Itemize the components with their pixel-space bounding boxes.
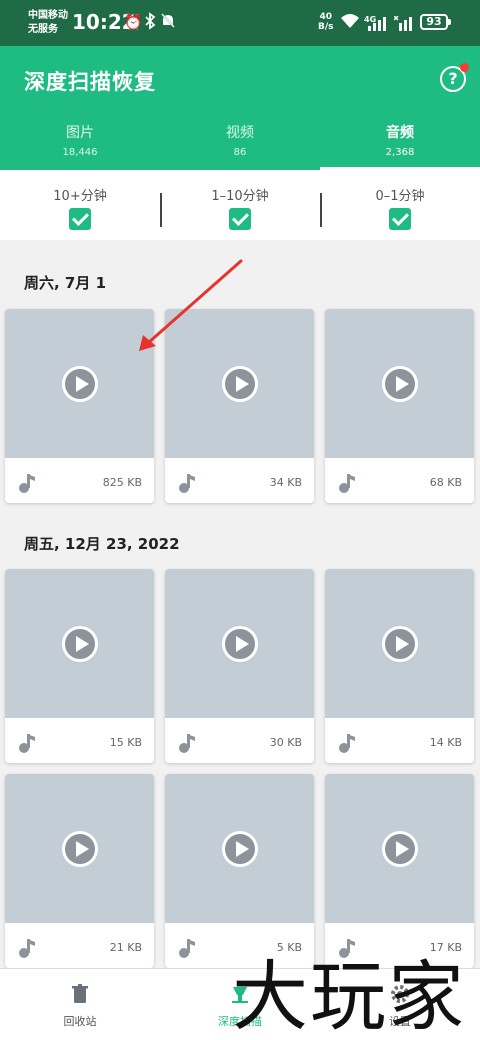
play-icon[interactable]: [382, 831, 418, 867]
filter-checkbox[interactable]: [229, 208, 251, 230]
file-size: 825 KB: [102, 476, 142, 489]
audio-thumbnail: [165, 774, 314, 923]
audio-card[interactable]: 14 KB: [325, 569, 474, 763]
media-type-tabs: 图片 18,446 视频 86 音频 2,368: [0, 116, 480, 170]
filter-checkbox[interactable]: [69, 208, 91, 230]
music-note-icon: [179, 734, 195, 753]
wifi-icon: [340, 13, 360, 34]
file-size: 30 KB: [269, 736, 302, 749]
tab-audio[interactable]: 音频 2,368: [320, 116, 480, 170]
audio-thumbnail: [5, 309, 154, 458]
date-header: 周六, 7月 1: [24, 274, 107, 292]
audio-card[interactable]: 15 KB: [5, 569, 154, 763]
filter-1-10-min: 1–10分钟: [160, 170, 320, 240]
music-note-icon: [19, 939, 35, 958]
music-note-icon: [339, 474, 355, 493]
battery-indicator: 93: [420, 14, 451, 30]
music-note-icon: [339, 734, 355, 753]
duration-filters: 10+分钟 1–10分钟 0–1分钟: [0, 170, 480, 240]
play-icon[interactable]: [62, 626, 98, 662]
notification-dot: [460, 63, 469, 72]
filter-10plus-min: 10+分钟: [0, 170, 160, 240]
music-note-icon: [179, 939, 195, 958]
play-icon[interactable]: [222, 626, 258, 662]
audio-card[interactable]: 21 KB: [5, 774, 154, 968]
audio-thumbnail: [325, 309, 474, 458]
watermark: 大玩家: [232, 952, 466, 1040]
mute-icon: [160, 12, 176, 35]
play-icon[interactable]: [62, 366, 98, 402]
play-icon[interactable]: [62, 831, 98, 867]
help-icon: ?: [448, 69, 458, 88]
play-icon[interactable]: [382, 626, 418, 662]
audio-thumbnail: [165, 569, 314, 718]
status-bar: 中国移动 无服务 10:22 ⏰ 40 B/s 4G 93: [0, 0, 480, 46]
tab-count: 2,368: [385, 147, 415, 158]
app-header: 深度扫描恢复 ? 图片 18,446 视频 86 音频 2,368: [0, 46, 480, 170]
carrier-info: 中国移动 无服务: [28, 9, 68, 37]
nav-recycle-bin[interactable]: 回收站: [0, 969, 160, 1040]
net-speed-value: 40: [319, 12, 333, 22]
music-note-icon: [179, 474, 195, 493]
audio-card[interactable]: 68 KB: [325, 309, 474, 503]
play-icon[interactable]: [222, 366, 258, 402]
net-speed: 40 B/s: [318, 12, 334, 32]
tab-count: 18,446: [62, 147, 98, 158]
bluetooth-icon: [144, 12, 156, 35]
filter-label: 0–1分钟: [375, 189, 425, 204]
tab-photos[interactable]: 图片 18,446: [0, 116, 160, 170]
play-icon[interactable]: [222, 831, 258, 867]
music-note-icon: [19, 734, 35, 753]
audio-thumbnail: [165, 309, 314, 458]
audio-thumbnail: [325, 569, 474, 718]
audio-thumbnail: [325, 774, 474, 923]
service-status: 无服务: [28, 24, 58, 35]
tab-videos[interactable]: 视频 86: [160, 116, 320, 170]
alarm-icon: ⏰: [124, 13, 143, 31]
filter-0-1-min: 0–1分钟: [320, 170, 480, 240]
file-size: 21 KB: [109, 941, 142, 954]
audio-card[interactable]: 5 KB: [165, 774, 314, 968]
trash-icon: [72, 984, 88, 1003]
filter-label: 10+分钟: [53, 189, 107, 204]
date-header: 周五, 12月 23, 2022: [24, 535, 180, 553]
audio-card[interactable]: 17 KB: [325, 774, 474, 968]
signal-icon: [368, 16, 388, 37]
filter-checkbox[interactable]: [389, 208, 411, 230]
audio-thumbnail: [5, 569, 154, 718]
nav-label: 回收站: [63, 1015, 97, 1028]
help-button[interactable]: ?: [440, 63, 469, 92]
tab-count: 86: [233, 147, 247, 158]
audio-thumbnail: [5, 774, 154, 923]
audio-card[interactable]: 34 KB: [165, 309, 314, 503]
tab-label: 音频: [386, 125, 414, 141]
file-size: 15 KB: [109, 736, 142, 749]
file-size: 34 KB: [269, 476, 302, 489]
tab-label: 图片: [66, 125, 94, 141]
music-note-icon: [19, 474, 35, 493]
no-signal-icon: [393, 15, 414, 37]
page-title: 深度扫描恢复: [24, 70, 156, 94]
audio-card[interactable]: 825 KB: [5, 309, 154, 503]
file-size: 14 KB: [429, 736, 462, 749]
audio-card[interactable]: 30 KB: [165, 569, 314, 763]
net-speed-unit: B/s: [318, 22, 334, 32]
play-icon[interactable]: [382, 366, 418, 402]
filter-label: 1–10分钟: [211, 189, 269, 204]
file-size: 68 KB: [429, 476, 462, 489]
tab-label: 视频: [226, 125, 254, 141]
carrier-name: 中国移动: [28, 10, 68, 21]
